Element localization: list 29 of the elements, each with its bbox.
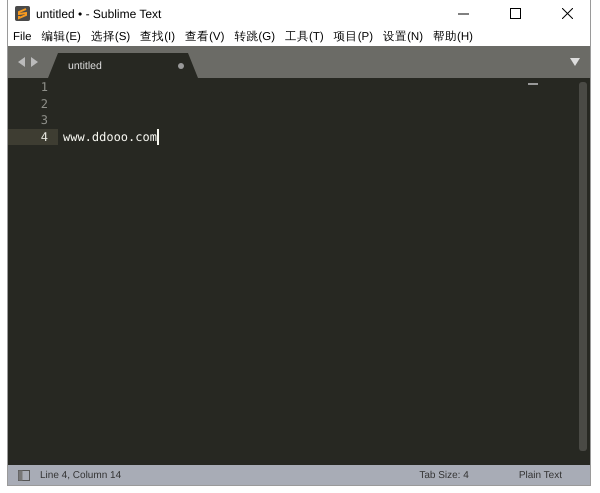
menu-item[interactable]: 转跳(G)	[229, 29, 280, 44]
menu-item[interactable]: 查看(V)	[180, 29, 230, 44]
window-title: untitled • - Sublime Text	[36, 6, 162, 20]
menu-item[interactable]: 设置(N)	[378, 29, 428, 44]
line-number: 2	[40, 96, 49, 112]
line-number: 3	[40, 112, 49, 128]
cursor-position: Line 4, Column 14	[40, 470, 122, 480]
line-number: 4	[8, 128, 58, 145]
tab[interactable]: untitled	[48, 53, 198, 78]
menu-item[interactable]: 查找(I)	[135, 29, 180, 44]
app-logo-icon	[15, 6, 30, 21]
text-cursor	[156, 128, 159, 145]
minimap-icon	[528, 83, 538, 86]
code-line: www.ddooo.com	[62, 130, 157, 144]
tab-navigation-icon[interactable]	[18, 57, 38, 67]
line-number: 1	[40, 79, 49, 96]
menu-item[interactable]: 选择(S)	[86, 29, 136, 44]
syntax-mode[interactable]: Plain Text	[518, 470, 562, 480]
tab-size[interactable]: Tab Size: 4	[419, 470, 469, 480]
menu-item[interactable]: File	[8, 30, 37, 42]
menu-item[interactable]: 项目(P)	[328, 29, 378, 44]
menu-item[interactable]: 工具(T)	[280, 29, 329, 44]
menu-item[interactable]: 帮助(H)	[428, 29, 478, 44]
menu-item[interactable]: 编辑(E)	[36, 29, 86, 44]
sidebar-toggle-icon[interactable]	[18, 470, 30, 480]
dropdown-icon[interactable]	[570, 58, 580, 66]
maximize-icon	[510, 8, 520, 19]
close-icon	[562, 8, 572, 19]
scrollbar[interactable]	[579, 82, 587, 451]
